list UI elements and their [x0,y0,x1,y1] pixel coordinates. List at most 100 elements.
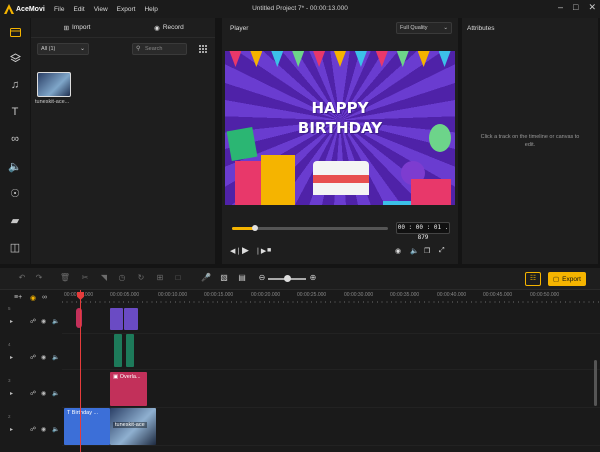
play-icon[interactable]: ▶ [242,245,249,256]
zoom-handle[interactable] [284,275,291,282]
ruler-tick: 00:00:35.000 [390,292,420,298]
mute-icon[interactable]: 🔈 [52,354,59,361]
ruler-tick: 00:00:20.000 [251,292,281,298]
track-header: 4 ▸ ☍ ◉ 🔈 [0,340,62,376]
volume-icon[interactable]: 🔈 [410,247,419,255]
video-preview[interactable]: HAPPY BIRTHDAY [225,51,455,205]
track-header: 5 ▸ ☍ ◉ 🔈 [0,304,62,340]
overlay-clip[interactable]: ▣ Overla... [110,372,147,406]
step-back-icon[interactable]: ◀❘ [230,247,241,255]
import-tab[interactable]: ⊞ Import [31,18,123,37]
marker-icon[interactable]: ▧ [218,273,230,282]
playback-progress[interactable] [232,225,388,231]
redo-icon[interactable]: ↷ [33,273,45,282]
mute-icon[interactable]: 🔈 [52,390,59,397]
audio-clip[interactable] [76,308,82,328]
timeline-lane [62,334,600,370]
eye-icon[interactable]: ◉ [41,426,46,433]
search-placeholder: Search [145,46,163,52]
sticker-clip[interactable] [110,308,123,330]
resize-icon[interactable]: □ [172,273,184,282]
track-type-icon[interactable]: ▸ [10,318,13,325]
rotate-icon[interactable]: ↻ [135,273,147,282]
export-button[interactable]: ▢ Export [548,272,586,286]
media-filter-select[interactable]: All (1) ⌄ [37,43,89,55]
delete-icon[interactable]: 🗑 [59,273,71,282]
eye-icon[interactable]: ◉ [41,354,46,361]
text-clip[interactable]: T Birthday ... [64,408,110,445]
grid-view-icon[interactable] [199,45,207,53]
close-icon[interactable]: ✕ [588,2,596,13]
lock-icon[interactable]: ☍ [30,354,36,361]
text-icon[interactable]: T [7,104,23,120]
timeline-scrollbar[interactable] [594,360,597,406]
text-clip-label: Birthday ... [71,410,99,416]
progress-handle[interactable] [252,225,259,231]
menu-file[interactable]: File [54,6,64,13]
mute-icon[interactable]: 🔈 [52,426,59,433]
track-type-icon[interactable]: ▸ [10,354,13,361]
stickers-icon[interactable]: ▰ [7,212,23,228]
music-icon[interactable]: ♫ [7,77,23,93]
menu-export[interactable]: Export [117,6,136,13]
audio-effects-icon[interactable]: 🔈 [7,158,23,174]
gift-icon [226,126,258,162]
effects-icon[interactable]: ∞ [7,131,23,147]
eye-icon[interactable]: ◉ [41,390,46,397]
filters-icon[interactable]: ☉ [7,185,23,201]
audio-clip[interactable] [114,334,122,367]
media-folder-icon[interactable] [7,24,23,40]
chevron-down-icon: ⌄ [79,46,85,52]
video-clip[interactable]: tuneskit-ace [110,408,156,445]
zoom-in-icon[interactable]: ⊕ [307,273,319,282]
lock-icon[interactable]: ☍ [30,318,36,325]
sticker-clip[interactable] [124,308,138,330]
cut-icon[interactable]: ✂ [79,273,91,282]
export-settings-button[interactable]: ☷ [525,272,541,286]
layers-icon[interactable] [7,50,23,66]
timeline-toolbar: ↶ ↷ 🗑 ✂ ◥ ◷ ↻ ⊞ □ 🎤 ▧ ▤ ⊖ ⊕ ☷ ▢ Export [0,268,600,290]
menu-help[interactable]: Help [144,6,157,13]
maximize-icon[interactable]: □ [573,2,578,13]
lock-icon[interactable]: ☍ [30,390,36,397]
snapshot-icon[interactable]: ◉ [395,247,401,255]
crop-icon[interactable]: ⊞ [154,273,166,282]
media-search-input[interactable]: ⚲ Search [132,43,187,55]
snap-icon[interactable]: ◉ [30,294,36,302]
split-screen-icon[interactable]: ◫ [7,239,23,255]
stop-icon[interactable]: ■ [267,247,271,254]
audio-clip[interactable] [126,334,134,367]
eye-icon[interactable]: ◉ [41,318,46,325]
mute-icon[interactable]: 🔈 [52,318,59,325]
track-number: 4 [8,342,11,347]
minimize-icon[interactable]: – [558,2,563,13]
add-track-icon[interactable]: ≡+ [14,294,22,301]
undo-icon[interactable]: ↶ [16,273,28,282]
track-type-icon[interactable]: ▸ [10,390,13,397]
menu-edit[interactable]: Edit [73,6,84,13]
ruler-tick: 00:00:40.000 [437,292,467,298]
lock-icon[interactable]: ☍ [30,426,36,433]
record-label: Record [162,24,184,31]
step-forward-icon[interactable]: ❘▶ [255,247,266,255]
bunting-decoration [225,51,455,73]
zoom-out-icon[interactable]: ⊖ [256,273,268,282]
split-icon[interactable]: ◥ [98,273,110,282]
tool-rail: ♫ T ∞ 🔈 ☉ ▰ ◫ [0,18,30,264]
gift-icon [261,155,295,205]
fullscreen-icon[interactable]: ⤢ [439,247,445,255]
track-type-icon[interactable]: ▸ [10,426,13,433]
pip-icon[interactable]: ❐ [424,247,430,255]
quality-select[interactable]: Full Quality ⌄ [396,22,452,34]
menu-view[interactable]: View [94,6,108,13]
ruler-tick: 00:00:15.000 [204,292,234,298]
record-tab[interactable]: ◉ Record [123,18,215,37]
app-window: AceMovi File Edit View Export Help Untit… [0,0,600,452]
speed-icon[interactable]: ◷ [116,273,128,282]
link-icon[interactable]: ∞ [42,294,47,301]
subtitle-icon[interactable]: ▤ [236,273,248,282]
ruler-tick: 00:00:25.000 [297,292,327,298]
microphone-icon[interactable]: 🎤 [200,273,212,282]
media-thumbnail[interactable] [37,72,71,97]
playhead-line[interactable] [80,290,81,452]
